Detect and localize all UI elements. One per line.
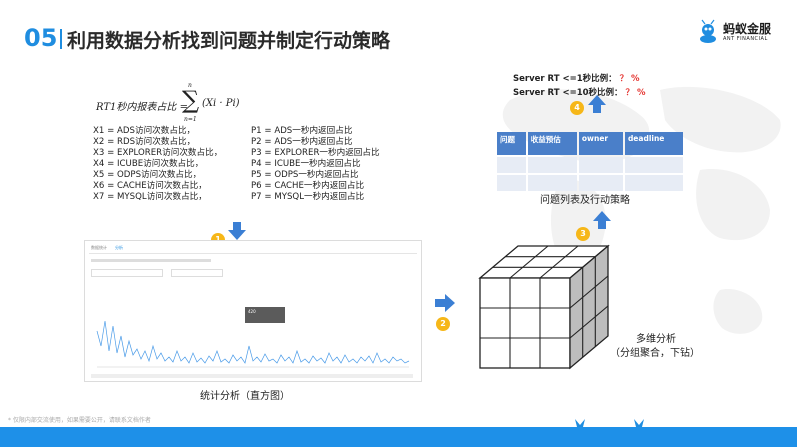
title-divider (60, 29, 62, 49)
definition-row: X7 = MYSQL访问次数占比， P7 = MYSQL一秒内返回占比 (93, 190, 423, 202)
actions-caption: 问题列表及行动策略 (540, 195, 630, 206)
definition-row: X2 = RDS访问次数占比， P2 = ADS一秒内返回占比 (93, 135, 423, 147)
definitions-list: X1 = ADS访问次数占比， P1 = ADS一秒内返回占比 X2 = RDS访… (93, 124, 423, 202)
step-badge-4: 4 (570, 101, 584, 115)
rt-formula: RT1秒内报表占比 = n ∑ n=1 (Xi · Pi) (96, 82, 296, 126)
server-rt-line-2: Server RT <=10秒比例： ？ % (513, 86, 645, 98)
down-arrow-icon (228, 222, 246, 240)
bottom-bar (0, 427, 797, 447)
shot-scrollbar (91, 374, 413, 378)
definition-row: X5 = ODPS访问次数占比， P5 = ODPS一秒内返回占比 (93, 168, 423, 180)
server-rt-value-2: ？ % (625, 88, 646, 98)
issue-table: 问题 收益预估 owner deadline (495, 130, 685, 193)
definition-row: X1 = ADS访问次数占比， P1 = ADS一秒内返回占比 (93, 124, 423, 136)
ant-mascot-icon (573, 416, 587, 435)
tooltip-value: 420 (248, 309, 256, 314)
table-row (497, 157, 683, 173)
logo-subtitle: ANT FINANCIAL (723, 36, 768, 42)
definition-row: X6 = CACHE访问次数占比， P6 = CACHE一秒内返回占比 (93, 179, 423, 191)
multi-caption-1: 多维分析 (636, 334, 676, 345)
shot-tab-divider (89, 253, 417, 254)
up-arrow-icon (593, 211, 611, 229)
shot-select (171, 269, 223, 277)
page-title: 利用数据分析找到问题并制定行动策略 (67, 30, 391, 52)
histogram-chart (96, 320, 410, 368)
shot-tab-1: 数据统计 (91, 245, 107, 250)
table-header: 收益预估 (527, 132, 577, 155)
histogram-screenshot: 数据统计 分析 420 (84, 240, 422, 382)
step-badge-3: 3 (576, 227, 590, 241)
server-rt-label-2: Server RT <=10秒比例： (513, 88, 623, 98)
server-rt-value-1: ？ % (619, 74, 640, 84)
multi-caption-2: （分组聚合，下钻） (610, 348, 700, 359)
formula-term: (Xi · Pi) (202, 98, 240, 109)
table-header: 问题 (497, 132, 526, 155)
chart-tooltip: 420 (245, 307, 285, 323)
definition-row: X3 = EXPLORER访问次数占比， P3 = EXPLORER一秒内返回占比 (93, 146, 423, 158)
shot-date-input (91, 269, 163, 277)
table-header: owner (578, 132, 623, 155)
ant-logo-icon (697, 19, 719, 45)
formula-sum-bottom: n=1 (184, 116, 197, 123)
shot-filter-label (91, 259, 211, 262)
server-rt-line-1: Server RT <=1秒比例： ？ % (513, 72, 640, 84)
right-arrow-icon (435, 294, 455, 312)
p-def: P7 = MYSQL一秒内返回占比 (251, 192, 365, 202)
definition-row: X4 = ICUBE访问次数占比， P4 = ICUBE一秒内返回占比 (93, 157, 423, 169)
step-badge-2: 2 (436, 317, 450, 331)
formula-lhs: RT1秒内报表占比 = (96, 102, 188, 113)
logo-name: 蚂蚁金服 (723, 22, 772, 36)
x-def: X7 = MYSQL访问次数占比， (93, 192, 207, 202)
shot-tab-2: 分析 (115, 245, 123, 250)
section-number: 05 (24, 24, 58, 52)
ant-mascot-icon (632, 416, 646, 435)
server-rt-label-1: Server RT <=1秒比例： (513, 74, 617, 84)
table-header: deadline (624, 132, 683, 155)
table-row (497, 175, 683, 191)
sigma-icon: ∑ (182, 86, 200, 114)
footnote: * 仅限内部交流使用，如果需要公开，请联系文档作者 (8, 417, 151, 424)
stats-caption: 统计分析（直方图） (200, 391, 290, 402)
olap-cube-icon (478, 244, 610, 370)
